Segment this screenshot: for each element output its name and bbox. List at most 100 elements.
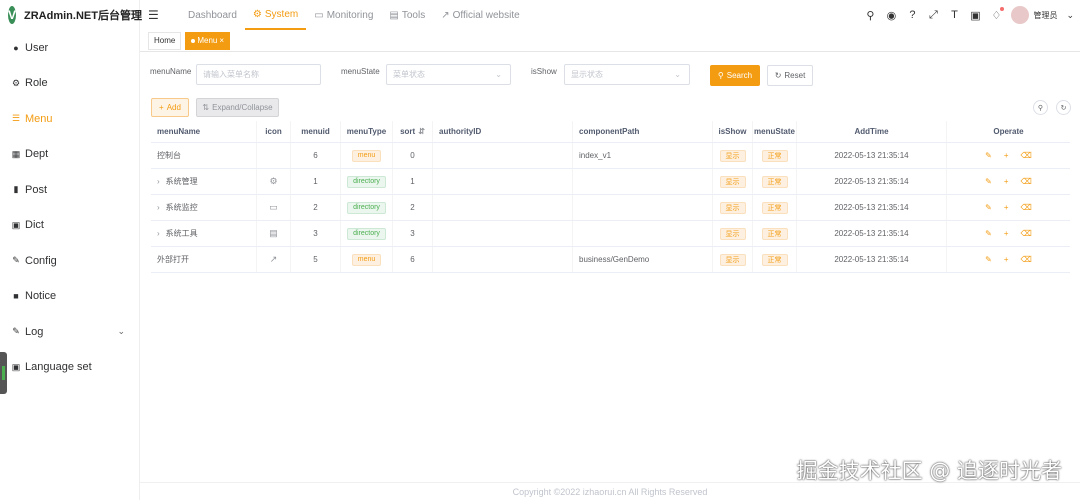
edit-icon[interactable]: ✎ bbox=[985, 229, 992, 238]
sidebar-item-config[interactable]: ✎ Config bbox=[0, 243, 139, 279]
chevron-down-icon: ⌄ bbox=[674, 70, 681, 79]
sidebar-item-notice[interactable]: ■ Notice bbox=[0, 279, 139, 315]
avatar[interactable] bbox=[1011, 6, 1030, 24]
edit-icon[interactable]: ✎ bbox=[985, 203, 992, 212]
add-child-icon[interactable]: + bbox=[1004, 229, 1009, 238]
bell-icon[interactable]: ♢ bbox=[990, 6, 1005, 22]
table-row: 外部打开 ↗ 5 menu 6 business/GenDemo 显示 正常 2022-05-1… bbox=[151, 247, 1070, 273]
sidebar-item-label: Dict bbox=[25, 219, 44, 232]
cell-componentpath bbox=[573, 195, 713, 220]
hamburger-icon[interactable]: ☰ bbox=[148, 8, 160, 22]
isshow-select[interactable]: 显示状态 ⌄ bbox=[564, 64, 690, 85]
tag-home[interactable]: Home bbox=[148, 31, 182, 50]
chevron-down-icon: ⌄ bbox=[117, 326, 125, 337]
header-sort[interactable]: sort ⇵ bbox=[393, 121, 433, 142]
expand-collapse-button[interactable]: ⇅ Expand/Collapse bbox=[196, 98, 279, 117]
sidebar-item-label: Dept bbox=[25, 148, 49, 161]
cell-authorityid bbox=[433, 195, 573, 220]
table-row: › 系统管理 ⚙ 1 directory 1 显示 正常 2022-05-13 21:35:14… bbox=[151, 169, 1070, 195]
topnav-system[interactable]: ⚙ System bbox=[244, 0, 307, 30]
topnav-official-website[interactable]: ↗ Official website bbox=[433, 0, 527, 30]
sidebar-item-post[interactable]: ▮ Post bbox=[0, 172, 139, 208]
topnav-label: System bbox=[264, 8, 299, 20]
menuname-label: menuName bbox=[150, 67, 192, 76]
reset-button[interactable]: ↻ Reset bbox=[767, 65, 813, 86]
sidebar-item-label: Post bbox=[25, 183, 48, 196]
add-child-icon[interactable]: + bbox=[1004, 177, 1009, 186]
username[interactable]: 管理员 bbox=[1033, 10, 1057, 21]
delete-icon[interactable]: ⌫ bbox=[1021, 255, 1032, 264]
cell-menustate: 正常 bbox=[753, 247, 797, 272]
edit-icon[interactable]: ✎ bbox=[985, 151, 992, 160]
sidebar-item-dict[interactable]: ▣ Dict bbox=[0, 208, 139, 244]
header-sort-label: sort bbox=[400, 127, 416, 136]
isshow-badge: 显示 bbox=[719, 227, 746, 240]
menu-name-text: 系统工具 bbox=[165, 229, 198, 238]
menu-name-text: 外部打开 bbox=[157, 255, 189, 264]
language-icon[interactable]: ▣ bbox=[969, 9, 981, 22]
menustate-badge: 正常 bbox=[761, 227, 788, 240]
sidebar-item-label: Log bbox=[25, 325, 44, 338]
expand-arrow-icon[interactable]: › bbox=[157, 229, 160, 238]
menuname-placeholder: 请输入菜单名称 bbox=[203, 70, 259, 79]
cell-icon: ↗ bbox=[257, 247, 291, 272]
delete-icon[interactable]: ⌫ bbox=[1021, 203, 1032, 212]
fullscreen-icon[interactable]: ⤢ bbox=[927, 9, 939, 22]
logo[interactable]: V ZRAdmin.NET后台管理 bbox=[0, 0, 142, 30]
topnav-dashboard[interactable]: Dashboard bbox=[180, 0, 245, 30]
topnav-monitoring[interactable]: ▭ Monitoring bbox=[306, 0, 381, 30]
sidebar-item-language-set[interactable]: ▣ Language set bbox=[0, 350, 139, 386]
cell-isshow: 显示 bbox=[713, 169, 753, 194]
expand-arrow-icon[interactable]: › bbox=[157, 203, 160, 212]
sidebar-item-role[interactable]: ⚙ Role bbox=[0, 66, 139, 102]
user-icon: ● bbox=[13, 42, 19, 53]
menustate-select[interactable]: 菜单状态 ⌄ bbox=[386, 64, 511, 85]
refresh-button[interactable]: ↻ bbox=[1056, 100, 1071, 115]
cell-authorityid bbox=[433, 247, 573, 272]
sidebar-item-user[interactable]: ● User bbox=[0, 30, 139, 66]
sort-caret-icon[interactable]: ⇵ bbox=[418, 127, 425, 136]
header-menuname: menuName bbox=[151, 121, 257, 142]
settings-drawer-handle[interactable] bbox=[0, 352, 7, 394]
menuname-input[interactable]: 请输入菜单名称 bbox=[196, 64, 321, 85]
font-size-icon[interactable]: T bbox=[948, 9, 960, 21]
table-body: 控制台 6 menu 0 index_v1 显示 正常 2022-05-13 21:35:14… bbox=[151, 143, 1070, 273]
chevron-down-icon[interactable]: ⌄ bbox=[1066, 10, 1074, 21]
cell-isshow: 显示 bbox=[713, 143, 753, 168]
add-child-icon[interactable]: + bbox=[1004, 255, 1009, 264]
help-icon[interactable]: ? bbox=[906, 9, 918, 21]
delete-icon[interactable]: ⌫ bbox=[1021, 229, 1032, 238]
app-root: V ZRAdmin.NET后台管理 ● User ⚙ Role ☰ Menu ▦ Dep… bbox=[0, 0, 1080, 500]
isshow-placeholder: 显示状态 bbox=[571, 70, 603, 79]
edit-icon[interactable]: ✎ bbox=[985, 177, 992, 186]
add-child-icon[interactable]: + bbox=[1004, 151, 1009, 160]
search-icon[interactable]: ⚲ bbox=[864, 9, 876, 22]
expand-arrow-icon[interactable]: › bbox=[157, 177, 160, 186]
toggle-search-button[interactable]: ⚲ bbox=[1033, 100, 1048, 115]
cell-icon bbox=[257, 143, 291, 168]
sidebar-item-dept[interactable]: ▦ Dept bbox=[0, 137, 139, 173]
topnav-tools[interactable]: ▤ Tools bbox=[381, 0, 433, 30]
close-icon[interactable]: × bbox=[219, 36, 224, 45]
delete-icon[interactable]: ⌫ bbox=[1021, 177, 1032, 186]
add-button[interactable]: + Add bbox=[151, 98, 189, 117]
tag-menu[interactable]: Menu × bbox=[185, 31, 231, 50]
sidebar: V ZRAdmin.NET后台管理 ● User ⚙ Role ☰ Menu ▦ Dep… bbox=[0, 0, 142, 500]
header-menutype: menuType bbox=[341, 121, 393, 142]
sidebar-item-log[interactable]: ✎ Log ⌄ bbox=[0, 314, 139, 350]
tags-view: Home Menu × bbox=[140, 30, 1080, 52]
add-child-icon[interactable]: + bbox=[1004, 203, 1009, 212]
edit-icon[interactable]: ✎ bbox=[985, 255, 992, 264]
delete-icon[interactable]: ⌫ bbox=[1021, 151, 1032, 160]
gear-icon: ⚙ bbox=[269, 176, 278, 186]
role-icon: ⚙ bbox=[11, 77, 21, 88]
sidebar-item-menu[interactable]: ☰ Menu bbox=[0, 101, 139, 137]
cell-menuname: 外部打开 bbox=[151, 247, 257, 272]
github-icon[interactable]: ◉ bbox=[885, 9, 897, 22]
search-icon: ⚲ bbox=[1037, 104, 1044, 112]
header-componentpath: componentPath bbox=[573, 121, 713, 142]
header-addtime: AddTime bbox=[797, 121, 947, 142]
search-button[interactable]: ⚲ Search bbox=[710, 65, 760, 86]
language-icon: ▣ bbox=[11, 361, 21, 372]
menu-name-text: 系统管理 bbox=[165, 177, 198, 186]
